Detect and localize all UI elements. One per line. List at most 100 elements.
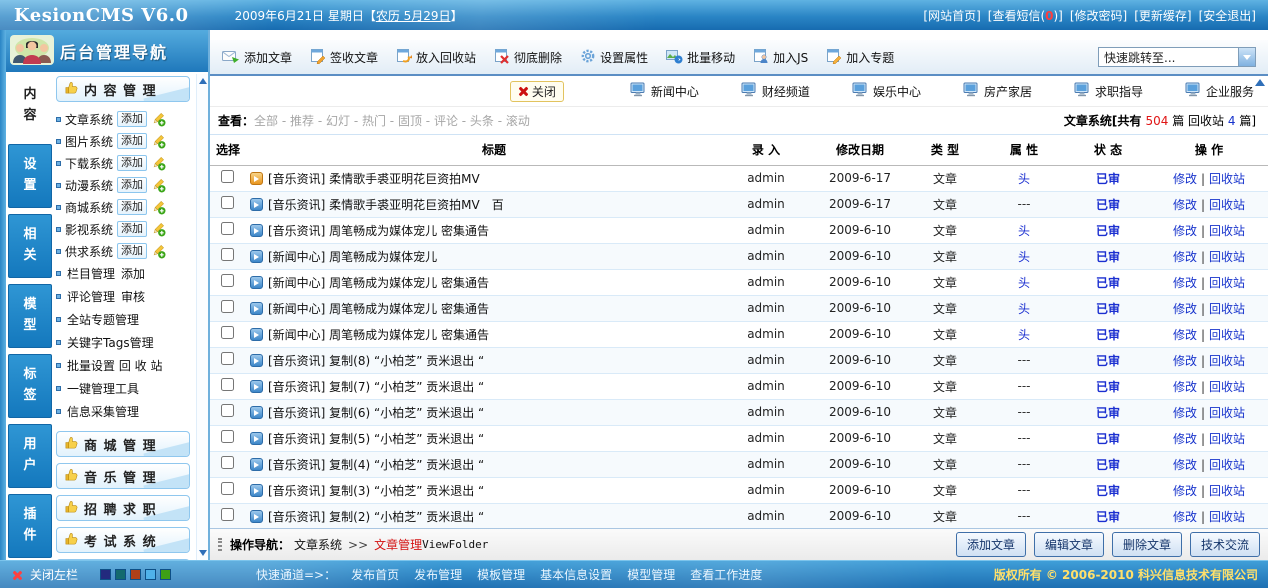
manage-link-extra[interactable]: 添加 bbox=[121, 265, 145, 282]
footer-quick-link[interactable]: 发布管理 bbox=[414, 566, 462, 583]
system-add-button[interactable]: 添加 bbox=[117, 221, 147, 237]
row-checkbox[interactable] bbox=[221, 430, 234, 443]
scroll-up-icon[interactable] bbox=[199, 78, 207, 84]
manage-link[interactable]: 一键管理工具 bbox=[67, 380, 139, 397]
system-link[interactable]: 动漫系统 bbox=[65, 177, 113, 194]
system-link[interactable]: 商城系统 bbox=[65, 199, 113, 216]
row-status-link[interactable]: 已审 bbox=[1096, 380, 1120, 394]
row-checkbox[interactable] bbox=[221, 248, 234, 261]
row-status-link[interactable]: 已审 bbox=[1096, 302, 1120, 316]
row-edit-link[interactable]: 修改 bbox=[1173, 276, 1197, 290]
row-edit-link[interactable]: 修改 bbox=[1173, 458, 1197, 472]
close-panel-button[interactable]: 关闭 bbox=[510, 81, 564, 102]
recycle-bin-button[interactable]: 放入回收站 bbox=[396, 48, 476, 67]
row-status-link[interactable]: 已审 bbox=[1096, 328, 1120, 342]
row-recycle-link[interactable]: 回收站 bbox=[1209, 380, 1245, 394]
set-attributes-button[interactable]: 设置属性 bbox=[580, 48, 648, 67]
system-link[interactable]: 下载系统 bbox=[65, 155, 113, 172]
row-edit-link[interactable]: 修改 bbox=[1173, 406, 1197, 420]
footer-quick-link[interactable]: 模板管理 bbox=[477, 566, 525, 583]
link-messages[interactable]: [查看短信(0)] bbox=[988, 7, 1063, 24]
tech-exchange-button[interactable]: 技术交流 bbox=[1190, 532, 1260, 557]
system-add-button[interactable]: 添加 bbox=[117, 243, 147, 259]
row-recycle-link[interactable]: 回收站 bbox=[1209, 484, 1245, 498]
breadcrumb-page[interactable]: 文章管理 bbox=[374, 536, 422, 553]
row-edit-link[interactable]: 修改 bbox=[1173, 510, 1197, 524]
row-edit-link[interactable]: 修改 bbox=[1173, 484, 1197, 498]
article-title-link[interactable]: [音乐资讯] 复制(8) “小柏芝” 贡米退出 “ bbox=[268, 354, 484, 368]
channel-item[interactable]: 新闻中心 bbox=[630, 82, 699, 100]
filter-link[interactable]: 评论 bbox=[434, 114, 458, 128]
manage-link[interactable]: 评论管理 bbox=[67, 288, 115, 305]
row-checkbox[interactable] bbox=[221, 196, 234, 209]
row-recycle-link[interactable]: 回收站 bbox=[1209, 302, 1245, 316]
system-link[interactable]: 图片系统 bbox=[65, 133, 113, 150]
system-add-button[interactable]: 添加 bbox=[117, 133, 147, 149]
article-title-link[interactable]: [新闻中心] 周笔畅成为媒体宠儿 密集通告 bbox=[268, 302, 489, 316]
add-to-js-button[interactable]: 加入JS bbox=[753, 48, 808, 67]
add-article-button[interactable]: 添加文章 bbox=[222, 48, 292, 67]
row-recycle-link[interactable]: 回收站 bbox=[1209, 458, 1245, 472]
article-title-link[interactable]: [新闻中心] 周笔畅成为媒体宠儿 密集通告 bbox=[268, 328, 489, 342]
collapse-panel-icon[interactable] bbox=[1255, 79, 1265, 86]
system-add-button[interactable]: 添加 bbox=[117, 111, 147, 127]
theme-color-swatch[interactable] bbox=[160, 569, 171, 580]
group-content-management[interactable]: 内 容 管 理 bbox=[56, 76, 190, 102]
filter-link[interactable]: 全部 bbox=[254, 114, 278, 128]
row-edit-link[interactable]: 修改 bbox=[1173, 380, 1197, 394]
system-add-button[interactable]: 添加 bbox=[117, 155, 147, 171]
article-title-link[interactable]: [新闻中心] 周笔畅成为媒体宠儿 bbox=[268, 250, 437, 264]
edit-article-bottom-button[interactable]: 编辑文章 bbox=[1034, 532, 1104, 557]
row-status-link[interactable]: 已审 bbox=[1096, 458, 1120, 472]
batch-move-button[interactable]: 批量移动 bbox=[666, 48, 735, 67]
system-add-button[interactable]: 添加 bbox=[117, 199, 147, 215]
add-to-topic-button[interactable]: 加入专题 bbox=[826, 48, 894, 67]
module-group-button[interactable]: 招 聘 求 职 bbox=[56, 495, 190, 521]
row-status-link[interactable]: 已审 bbox=[1096, 484, 1120, 498]
row-checkbox[interactable] bbox=[221, 170, 234, 183]
module-group-button[interactable]: 考 试 系 统 bbox=[56, 527, 190, 553]
row-edit-link[interactable]: 修改 bbox=[1173, 198, 1197, 212]
row-checkbox[interactable] bbox=[221, 352, 234, 365]
module-group-button[interactable]: 商 城 管 理 bbox=[56, 431, 190, 457]
row-checkbox[interactable] bbox=[221, 404, 234, 417]
row-recycle-link[interactable]: 回收站 bbox=[1209, 224, 1245, 238]
filter-link[interactable]: 固顶 bbox=[398, 114, 422, 128]
article-title-link[interactable]: [音乐资讯] 复制(5) “小柏芝” 贡米退出 “ bbox=[268, 432, 484, 446]
sidebar-scrollbar[interactable] bbox=[196, 74, 208, 560]
row-recycle-link[interactable]: 回收站 bbox=[1209, 406, 1245, 420]
pencil-add-icon[interactable] bbox=[151, 222, 166, 237]
filter-link[interactable]: 滚动 bbox=[506, 114, 530, 128]
row-edit-link[interactable]: 修改 bbox=[1173, 354, 1197, 368]
row-recycle-link[interactable]: 回收站 bbox=[1209, 276, 1245, 290]
filter-link[interactable]: 幻灯 bbox=[326, 114, 350, 128]
row-checkbox[interactable] bbox=[221, 300, 234, 313]
manage-link[interactable]: 批量设置 回 收 站 bbox=[67, 357, 162, 374]
footer-quick-link[interactable]: 发布首页 bbox=[351, 566, 399, 583]
row-recycle-link[interactable]: 回收站 bbox=[1209, 198, 1245, 212]
filter-link[interactable]: 推荐 bbox=[290, 114, 314, 128]
sidebar-tab[interactable]: 用户 bbox=[8, 424, 52, 488]
row-checkbox[interactable] bbox=[221, 508, 234, 521]
row-edit-link[interactable]: 修改 bbox=[1173, 432, 1197, 446]
pencil-add-icon[interactable] bbox=[151, 178, 166, 193]
row-edit-link[interactable]: 修改 bbox=[1173, 250, 1197, 264]
article-title-link[interactable]: [音乐资讯] 复制(7) “小柏芝” 贡米退出 “ bbox=[268, 380, 484, 394]
system-link[interactable]: 文章系统 bbox=[65, 111, 113, 128]
row-status-link[interactable]: 已审 bbox=[1096, 198, 1120, 212]
row-recycle-link[interactable]: 回收站 bbox=[1209, 250, 1245, 264]
row-checkbox[interactable] bbox=[221, 482, 234, 495]
pencil-add-icon[interactable] bbox=[151, 134, 166, 149]
manage-link[interactable]: 全站专题管理 bbox=[67, 311, 139, 328]
sidebar-tab[interactable]: 插件 bbox=[8, 494, 52, 558]
article-title-link[interactable]: [音乐资讯] 复制(6) “小柏芝” 贡米退出 “ bbox=[268, 406, 484, 420]
article-title-link[interactable]: [新闻中心] 周笔畅成为媒体宠儿 密集通告 bbox=[268, 276, 489, 290]
theme-color-swatch[interactable] bbox=[100, 569, 111, 580]
manage-link-extra[interactable]: 审核 bbox=[121, 288, 145, 305]
pencil-add-icon[interactable] bbox=[151, 200, 166, 215]
theme-color-swatch[interactable] bbox=[145, 569, 156, 580]
row-recycle-link[interactable]: 回收站 bbox=[1209, 510, 1245, 524]
delete-article-bottom-button[interactable]: 删除文章 bbox=[1112, 532, 1182, 557]
article-title-link[interactable]: [音乐资讯] 复制(4) “小柏芝” 贡米退出 “ bbox=[268, 458, 484, 472]
row-status-link[interactable]: 已审 bbox=[1096, 172, 1120, 186]
